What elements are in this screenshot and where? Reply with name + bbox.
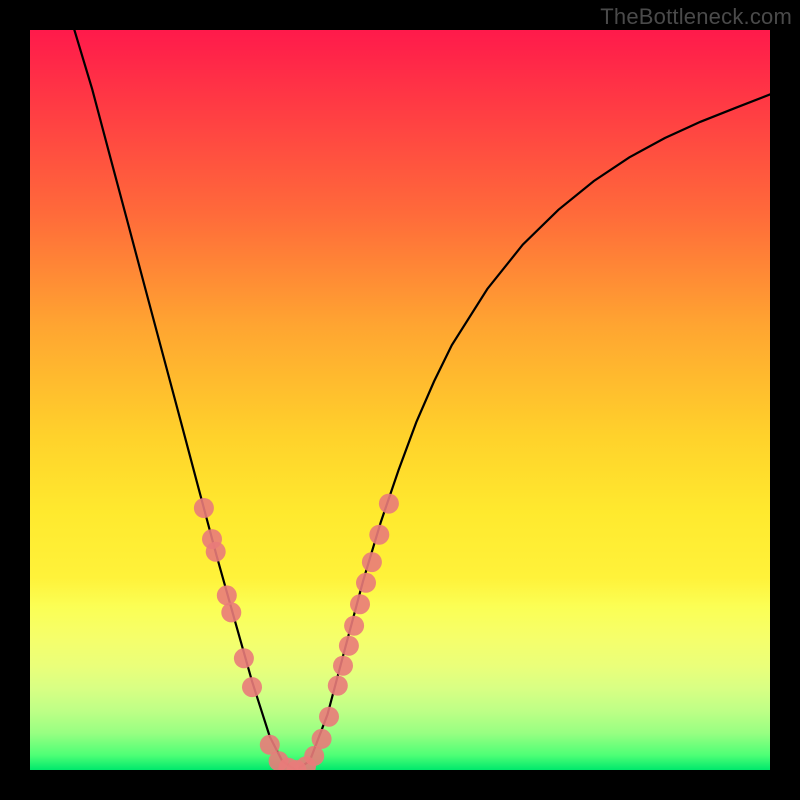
data-dot xyxy=(304,746,324,766)
data-dot xyxy=(217,585,237,605)
data-dot xyxy=(194,498,214,518)
data-dot xyxy=(379,494,399,514)
data-dot xyxy=(339,636,359,656)
data-dot xyxy=(312,729,332,749)
data-dot xyxy=(221,602,241,622)
data-dot xyxy=(344,616,364,636)
bottleneck-curve xyxy=(74,30,770,770)
data-dot xyxy=(333,656,353,676)
data-dot xyxy=(362,552,382,572)
curve-layer xyxy=(30,30,770,770)
data-dot xyxy=(356,573,376,593)
data-dot xyxy=(369,525,389,545)
data-dot xyxy=(319,707,339,727)
data-dot xyxy=(242,677,262,697)
data-dot xyxy=(350,594,370,614)
data-dot xyxy=(206,542,226,562)
chart-frame: TheBottleneck.com xyxy=(0,0,800,800)
data-dots xyxy=(194,494,399,770)
data-dot xyxy=(234,648,254,668)
data-dot xyxy=(328,676,348,696)
plot-area xyxy=(30,30,770,770)
watermark-text: TheBottleneck.com xyxy=(600,4,792,30)
